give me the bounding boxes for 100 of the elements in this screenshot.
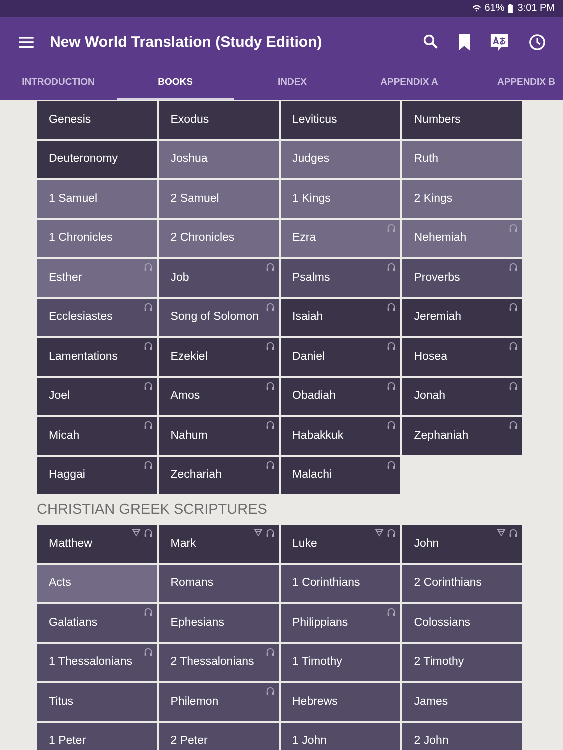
book-tile[interactable]: Obadiah [280,378,400,415]
book-tile[interactable]: Colossians [402,604,522,642]
book-tile[interactable]: James [402,683,522,720]
search-icon[interactable] [423,34,439,50]
headphones-icon [509,342,518,351]
diamond-icon [254,529,262,537]
book-tile[interactable]: 1 Timothy [280,644,400,681]
book-tile[interactable]: Joel [37,378,157,415]
menu-icon[interactable] [19,36,34,48]
clock: 3:01 PM [518,3,555,14]
book-tile[interactable]: Numbers [402,101,522,138]
book-tile[interactable]: Ruth [402,140,522,178]
book-tile[interactable]: Isaiah [280,298,400,336]
tab[interactable]: INDEX [234,67,351,100]
book-tile[interactable]: Genesis [37,101,157,138]
headphones-icon [509,263,518,272]
book-tile[interactable]: Habakkuk [280,417,400,454]
book-tile[interactable]: Ezekiel [158,338,278,376]
book-tile[interactable]: Song of Solomon [158,298,278,336]
book-tile[interactable]: Galatians [37,604,157,642]
headphones-icon [387,608,396,617]
book-tile[interactable]: 1 Thessalonians [37,644,157,681]
headphones-icon [387,224,396,232]
book-tile[interactable]: Haggai [37,456,157,494]
battery-icon [508,4,513,13]
book-tile[interactable]: Hebrews [280,683,400,720]
book-tile[interactable]: 1 Chronicles [37,220,157,257]
book-tile[interactable]: Deuteronomy [37,140,157,178]
book-tile[interactable]: 2 John [402,722,522,750]
headphones-icon [266,302,274,312]
headphones-icon [266,342,274,351]
headphones-icon [387,529,396,538]
book-tile[interactable]: Esther [37,259,157,296]
tab[interactable]: APPENDIX B [468,67,563,100]
book-tile[interactable]: 2 Kings [402,180,522,218]
headphones-icon [144,608,153,617]
book-tile[interactable]: 2 Thessalonians [158,644,278,681]
book-tile[interactable]: Exodus [158,101,278,138]
tab[interactable]: APPENDIX A [351,67,468,100]
book-tile[interactable]: Proverbs [402,259,522,296]
headphones-icon [266,421,274,430]
app-title: New World Translation (Study Edition) [50,34,324,50]
book-tile[interactable]: Amos [158,378,278,415]
book-tile[interactable]: 2 Timothy [402,644,522,681]
headphones-icon [387,421,396,430]
book-tile[interactable]: 2 Chronicles [158,220,278,257]
headphones-icon [144,421,153,430]
translate-icon[interactable] [490,32,509,52]
headphones-icon [144,263,153,272]
book-tile[interactable]: Acts [37,564,157,602]
book-tile[interactable]: Philemon [158,683,278,720]
book-tile[interactable]: Mark [158,525,278,562]
headphones-icon [144,460,153,470]
book-tile[interactable]: Malachi [280,456,400,494]
headphones-icon [266,460,274,470]
tab[interactable]: INTRODUCTION [0,67,117,100]
headphones-icon [144,302,153,312]
book-tile[interactable]: Leviticus [280,101,400,138]
book-tile[interactable]: 1 Kings [280,180,400,218]
headphones-icon [266,263,274,272]
section-heading: CHRISTIAN GREEK SCRIPTURES [36,501,268,520]
book-tile[interactable]: John [402,525,522,562]
book-tile[interactable]: Ezra [280,220,400,257]
book-tile[interactable]: Zephaniah [402,417,522,454]
headphones-icon [509,421,518,430]
book-tile[interactable]: 2 Peter [158,722,278,750]
book-tile[interactable]: Titus [37,683,157,720]
headphones-icon [266,687,274,696]
diamond-icon [375,529,384,537]
book-tile[interactable]: Joshua [158,140,278,178]
book-tile[interactable]: 1 Corinthians [280,564,400,602]
book-tile[interactable]: 1 Samuel [37,180,157,218]
book-tile[interactable]: Daniel [280,338,400,376]
book-tile[interactable]: Psalms [280,259,400,296]
headphones-icon [387,342,396,351]
book-tile[interactable]: Zechariah [158,456,278,494]
headphones-icon [387,382,396,390]
book-tile[interactable]: Job [158,259,278,296]
book-tile[interactable]: Ecclesiastes [37,298,157,336]
book-tile[interactable]: 1 Peter [37,722,157,750]
book-tile[interactable]: Matthew [37,525,157,562]
book-tile[interactable]: Judges [280,140,400,178]
book-tile[interactable]: Nahum [158,417,278,454]
headphones-icon [387,263,396,272]
clock-icon[interactable] [529,34,546,50]
book-tile[interactable]: 1 John [280,722,400,750]
book-tile[interactable]: Hosea [402,338,522,376]
book-tile[interactable]: 2 Samuel [158,180,278,218]
book-tile[interactable]: Nehemiah [402,220,522,257]
book-tile[interactable]: Lamentations [37,338,157,376]
book-tile[interactable]: Romans [158,564,278,602]
book-tile[interactable]: Jeremiah [402,298,522,336]
book-tile[interactable]: 2 Corinthians [402,564,522,602]
book-tile[interactable]: Ephesians [158,604,278,642]
book-tile[interactable]: Jonah [402,378,522,415]
diamond-icon [497,529,506,537]
book-tile[interactable]: Luke [280,525,400,562]
bookmark-icon[interactable] [459,34,470,50]
book-tile[interactable]: Micah [37,417,157,454]
book-tile[interactable]: Philippians [280,604,400,642]
